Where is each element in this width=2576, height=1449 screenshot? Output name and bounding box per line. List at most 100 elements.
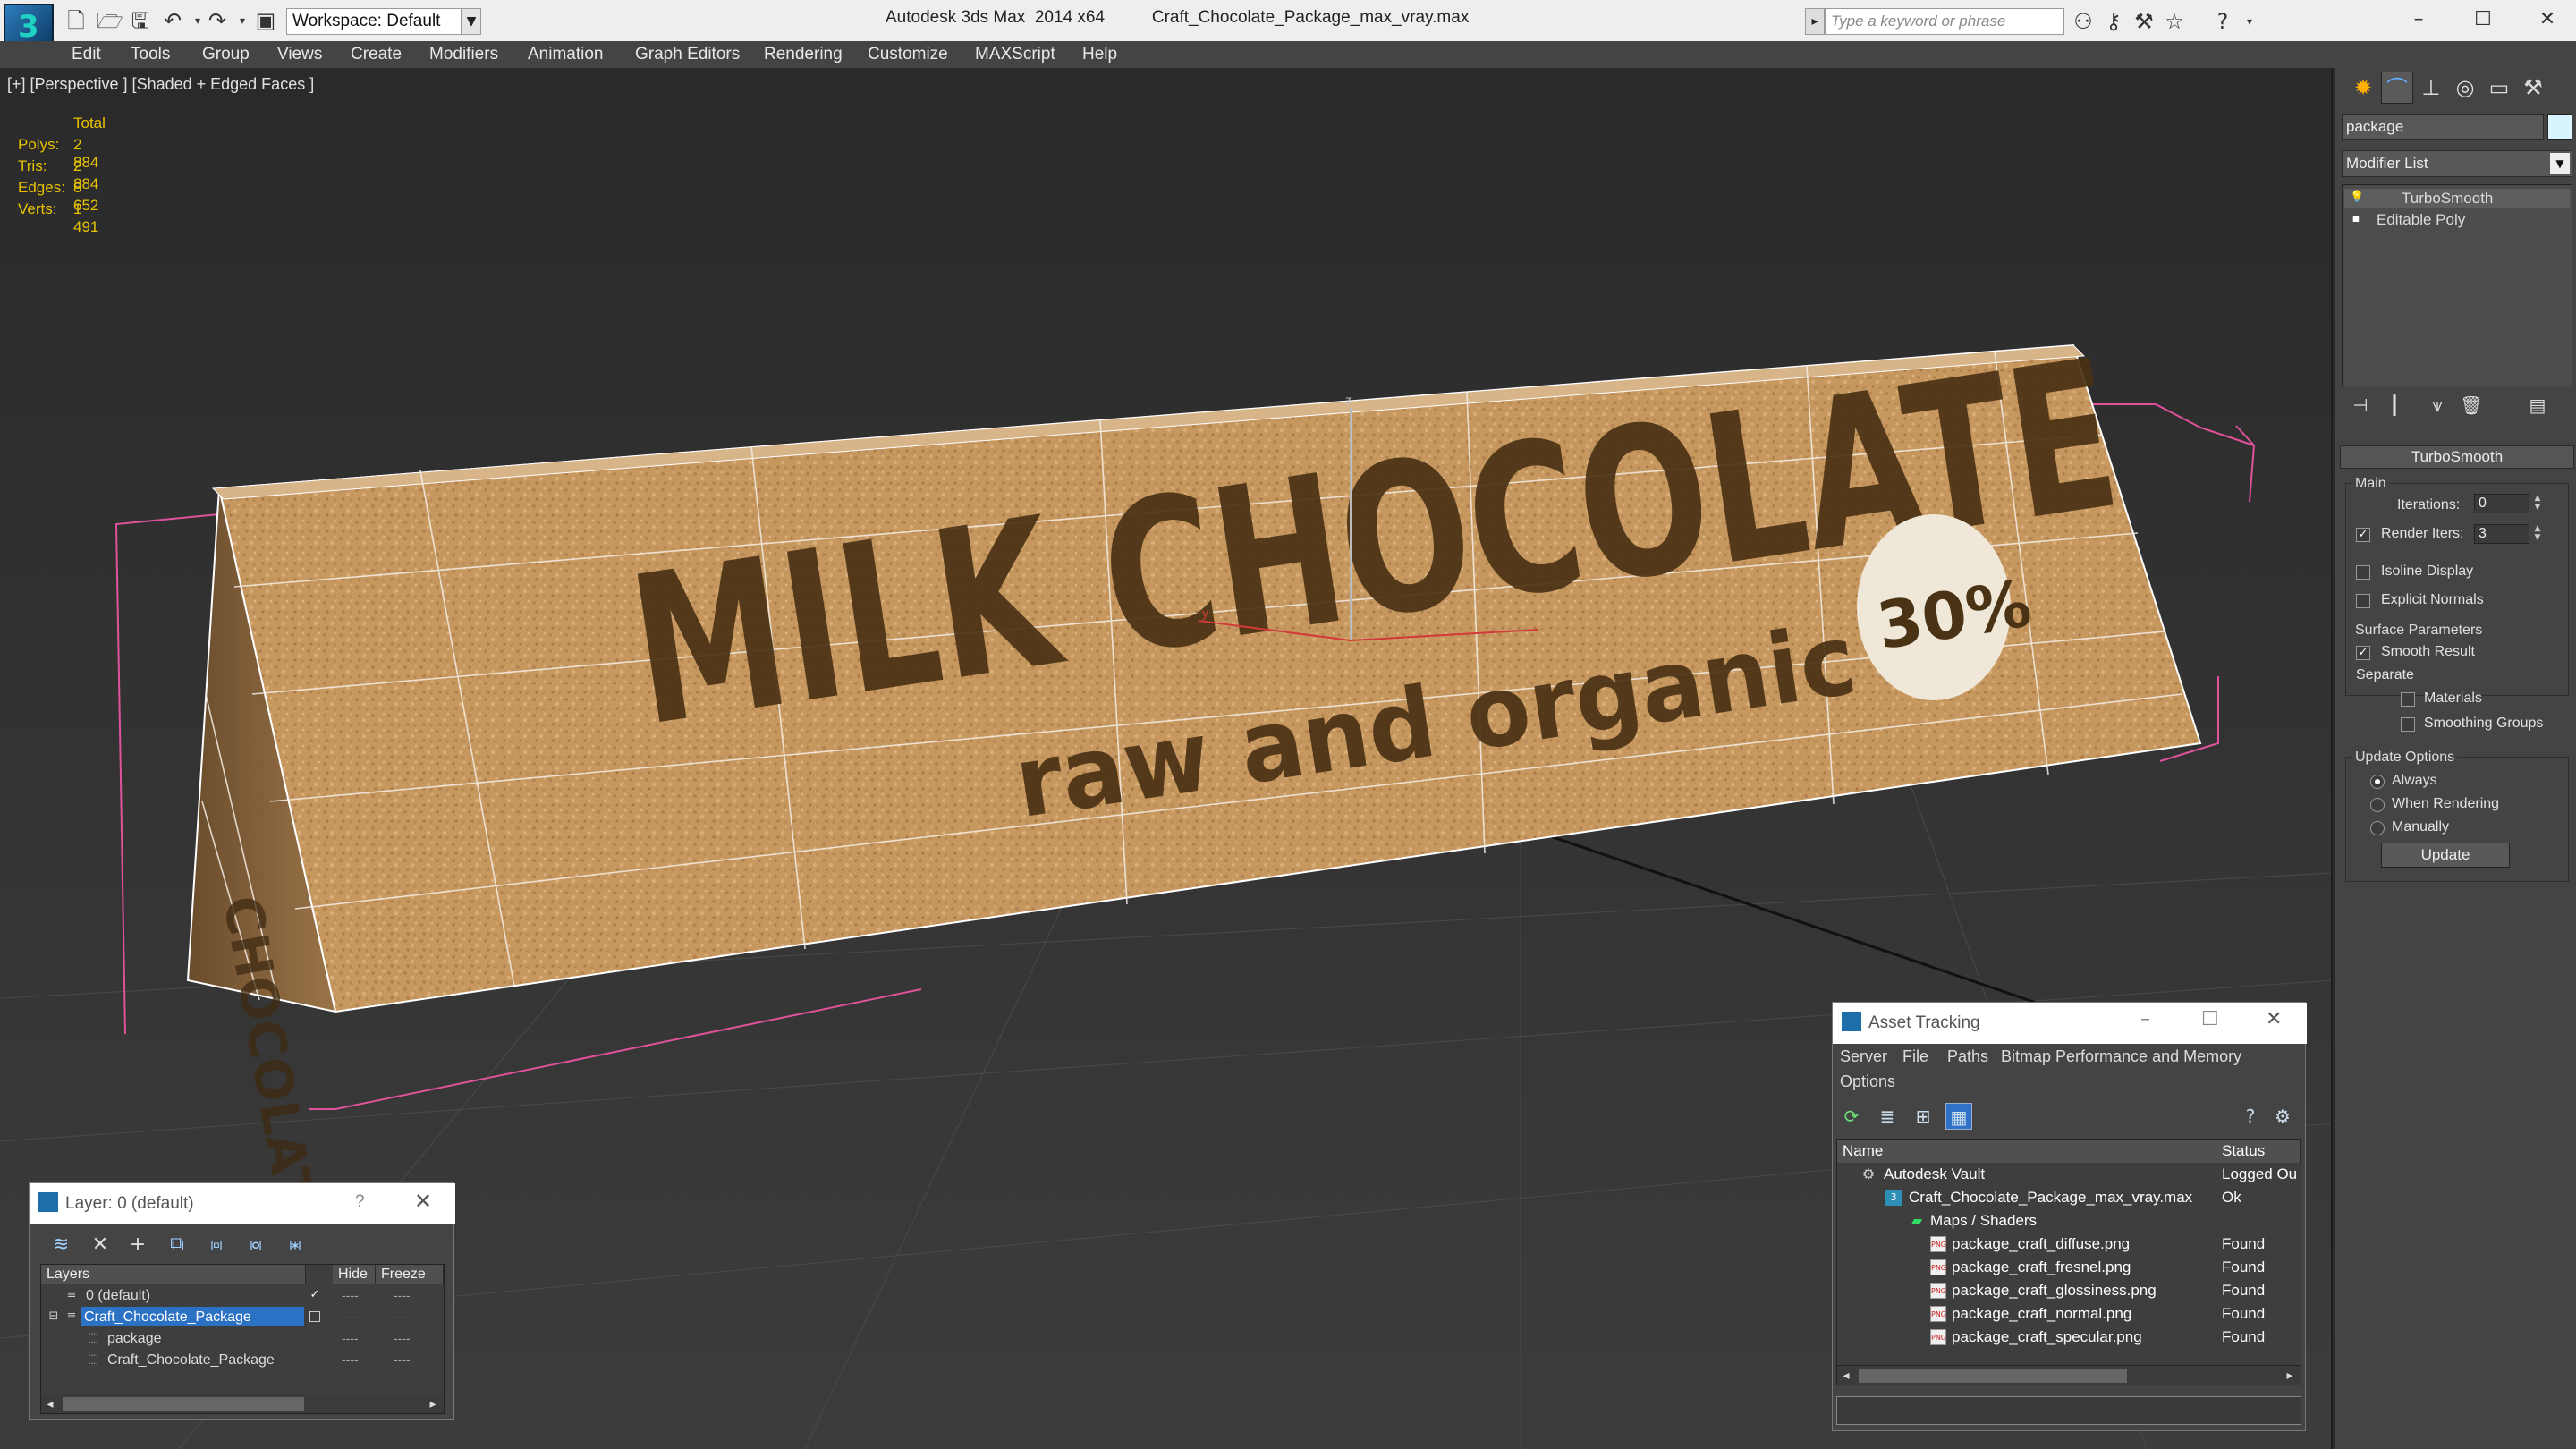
highlight-editor-icon[interactable]: ⚙ (2269, 1103, 2296, 1130)
favorites-star-icon[interactable]: ☆ (2161, 8, 2188, 35)
column-header-layers[interactable]: Layers (41, 1265, 306, 1284)
hide-toggle[interactable]: ---- (342, 1306, 359, 1327)
refresh-icon[interactable]: ⟳ (1838, 1103, 1865, 1130)
make-unique-icon[interactable]: ⩛ (2424, 392, 2451, 419)
menu-maxscript[interactable]: MAXScript (975, 45, 1055, 64)
layer-horizontal-scrollbar[interactable]: ◂ ▸ (41, 1394, 444, 1413)
asset-horizontal-scrollbar[interactable]: ◂ ▸ (1837, 1365, 2301, 1385)
menu-views[interactable]: Views (277, 45, 322, 64)
freeze-toggle[interactable]: ---- (394, 1284, 411, 1306)
layer-row[interactable]: ⊟ ≡ Craft_Chocolate_Package ---- ---- (41, 1306, 444, 1327)
maximize-button[interactable]: ☐ (2458, 4, 2508, 36)
hide-toggle[interactable]: ---- (342, 1349, 359, 1370)
asset-row[interactable]: PNG package_craft_glossiness.png Found (1837, 1279, 2301, 1302)
asset-row[interactable]: ▰ Maps / Shaders (1837, 1209, 2301, 1233)
asset-tracking-titlebar[interactable]: Asset Tracking – ☐ ✕ (1833, 1003, 2307, 1044)
maximize-button[interactable]: ☐ (2201, 1008, 2219, 1030)
workspace-dropdown[interactable]: Workspace: Default (286, 8, 462, 35)
chevron-down-icon[interactable]: ▼ (2550, 153, 2570, 174)
remove-modifier-icon[interactable]: 🗑 (2458, 392, 2485, 419)
smoothing-groups-checkbox[interactable] (2401, 717, 2415, 732)
pin-stack-icon[interactable]: ⊣ (2347, 392, 2374, 419)
column-header-hide[interactable]: Hide (333, 1265, 376, 1284)
close-button[interactable]: ✕ (2522, 4, 2572, 36)
display-tab-icon[interactable]: ▭ (2483, 72, 2515, 104)
highlight-layer-icon[interactable]: ⧈ (203, 1232, 230, 1258)
column-header-name[interactable]: Name (1837, 1140, 2216, 1163)
asset-path-field[interactable] (1836, 1396, 2301, 1425)
chevron-down-icon[interactable]: ▼ (462, 8, 481, 35)
hide-all-layers-icon[interactable]: ⧇ (242, 1232, 269, 1258)
delete-layer-icon[interactable]: ✕ (87, 1232, 114, 1258)
column-header-status[interactable]: Status (2216, 1140, 2301, 1163)
app-menu-button[interactable]: 3 (4, 4, 54, 47)
show-end-result-icon[interactable]: ┃ (2381, 392, 2408, 419)
menu-edit[interactable]: Edit (72, 45, 101, 64)
update-button[interactable]: Update (2381, 843, 2510, 868)
minimize-button[interactable]: – (2140, 1008, 2150, 1030)
object-name-field[interactable]: package (2342, 114, 2544, 140)
object-color-swatch[interactable] (2547, 114, 2572, 140)
asset-row[interactable]: PNG package_craft_specular.png Found (1837, 1326, 2301, 1349)
asset-row[interactable]: PNG package_craft_fresnel.png Found (1837, 1256, 2301, 1279)
viewport-label-menu[interactable]: [+] [Perspective ] [Shaded + Edged Faces… (7, 75, 314, 94)
redo-dropdown-icon[interactable]: ▾ (231, 9, 254, 32)
menu-bitmap-performance[interactable]: Bitmap Performance and Memory (2001, 1047, 2241, 1066)
help-icon[interactable]: ? (2237, 1103, 2264, 1130)
binoculars-icon[interactable]: ⚇ (2070, 8, 2097, 35)
layer-dialog-titlebar[interactable]: Layer: 0 (default) ? ✕ (30, 1183, 455, 1224)
scrollbar-thumb[interactable] (63, 1397, 304, 1411)
select-in-layer-icon[interactable]: ⧉ (164, 1232, 191, 1258)
render-iters-spinner[interactable]: 3 (2474, 524, 2529, 544)
redo-icon[interactable]: ↷ (206, 9, 229, 32)
undo-icon[interactable]: ↶ (161, 9, 184, 32)
menu-graph-editors[interactable]: Graph Editors (635, 45, 740, 64)
isoline-display-checkbox[interactable] (2356, 565, 2370, 580)
tree-view-icon[interactable]: ⊞ (1910, 1103, 1936, 1130)
add-to-layer-icon[interactable]: + (124, 1232, 151, 1258)
scrollbar-thumb[interactable] (1859, 1368, 2127, 1383)
layer-row[interactable]: ⬚ package ---- ---- (41, 1327, 444, 1349)
menu-options[interactable]: Options (1840, 1072, 1895, 1091)
menu-create[interactable]: Create (351, 45, 402, 64)
minimize-button[interactable]: – (2394, 4, 2444, 36)
scroll-right-icon[interactable]: ▸ (2281, 1366, 2299, 1385)
stack-item-turbosmooth[interactable]: 💡 TurboSmooth (2344, 189, 2570, 208)
update-when-rendering-radio[interactable] (2370, 798, 2385, 812)
project-folder-icon[interactable]: ▣ (254, 9, 277, 32)
iterations-spinner[interactable]: 0 (2474, 494, 2529, 513)
set-current-layer-box[interactable] (309, 1311, 320, 1322)
scroll-left-icon[interactable]: ◂ (1837, 1366, 1855, 1385)
scroll-left-icon[interactable]: ◂ (41, 1394, 59, 1414)
materials-checkbox[interactable] (2401, 692, 2415, 707)
render-iters-checkbox[interactable]: ✓ (2356, 528, 2370, 542)
list-view-icon[interactable]: ≣ (1874, 1103, 1901, 1130)
explicit-normals-checkbox[interactable] (2356, 594, 2370, 608)
configure-sets-icon[interactable]: ▤ (2524, 392, 2551, 419)
create-tab-icon[interactable]: ✹ (2347, 72, 2379, 104)
create-layer-icon[interactable]: ≋ (47, 1232, 74, 1258)
open-file-icon[interactable]: 🗁 (97, 9, 123, 32)
menu-tools[interactable]: Tools (131, 45, 170, 64)
save-file-icon[interactable]: 🖫 (129, 9, 152, 32)
column-header-freeze[interactable]: Freeze (376, 1265, 444, 1284)
search-expand-icon[interactable]: ▸ (1805, 8, 1825, 35)
spinner-arrows-icon[interactable]: ▲ ▼ (2531, 524, 2544, 544)
menu-file[interactable]: File (1902, 1047, 1928, 1066)
lightbulb-icon[interactable]: 💡 (2350, 191, 2364, 204)
hierarchy-tab-icon[interactable]: ⊥ (2415, 72, 2447, 104)
menu-animation[interactable]: Animation (528, 45, 604, 64)
table-view-icon[interactable]: ▦ (1945, 1103, 1972, 1130)
hide-toggle[interactable]: ---- (342, 1284, 359, 1306)
freeze-toggle[interactable]: ---- (394, 1306, 411, 1327)
asset-row[interactable]: 3 Craft_Chocolate_Package_max_vray.max O… (1837, 1186, 2301, 1209)
subscription-key-icon[interactable]: ⚷ (2100, 8, 2127, 35)
freeze-toggle[interactable]: ---- (394, 1327, 411, 1349)
expand-icon[interactable]: ▪ (2350, 213, 2362, 225)
keyword-search-input[interactable]: Type a keyword or phrase (1825, 8, 2064, 35)
communication-center-icon[interactable]: ⚒ (2131, 8, 2157, 35)
hide-toggle[interactable]: ---- (342, 1327, 359, 1349)
asset-row[interactable]: PNG package_craft_normal.png Found (1837, 1302, 2301, 1326)
new-file-icon[interactable]: 🗋 (64, 9, 88, 32)
asset-row[interactable]: ⚙ Autodesk Vault Logged Ou (1837, 1163, 2301, 1186)
